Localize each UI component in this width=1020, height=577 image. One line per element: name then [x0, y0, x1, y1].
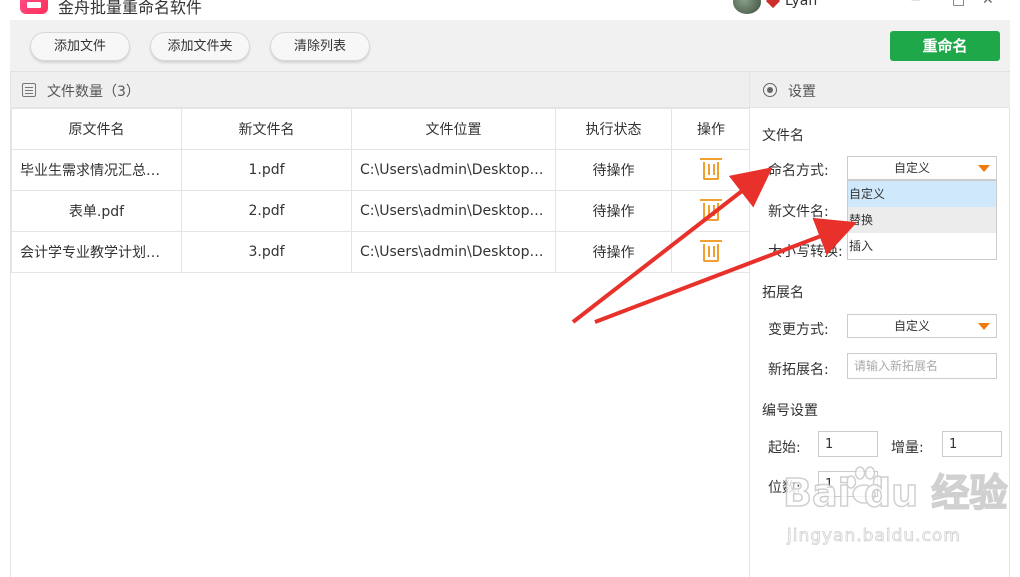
- app-logo-icon: [20, 0, 48, 14]
- option-insert[interactable]: 插入: [848, 233, 996, 259]
- settings-radio-icon: [763, 83, 777, 97]
- trash-icon[interactable]: [700, 158, 722, 180]
- file-location: C:\Users\admin\Desktop\...: [351, 190, 556, 232]
- naming-mode-label: 命名方式:: [768, 163, 829, 179]
- new-ext-label: 新拓展名:: [768, 362, 829, 378]
- step-input[interactable]: [942, 431, 1002, 457]
- digits-label: 位数:: [768, 480, 801, 496]
- filename-section-title: 文件名: [762, 128, 804, 144]
- ext-mode-value: 自定义: [893, 319, 930, 333]
- status: 待操作: [555, 190, 672, 232]
- app-title: 金舟批量重命名软件: [58, 0, 203, 17]
- naming-mode-value: 自定义: [893, 161, 930, 175]
- status: 待操作: [555, 231, 672, 273]
- username[interactable]: Lyan: [785, 0, 817, 9]
- file-count-label: 文件数量（3）: [47, 84, 140, 100]
- clear-list-button[interactable]: 清除列表: [270, 32, 370, 61]
- close-button[interactable]: ✕: [982, 0, 994, 8]
- file-list-header: 文件数量（3）: [11, 72, 750, 108]
- add-file-button[interactable]: 添加文件: [30, 32, 130, 61]
- new-ext-input[interactable]: [847, 353, 997, 379]
- new-filename: 1.pdf: [181, 149, 352, 191]
- settings-panel: 设置 文件名 命名方式: 自定义 新文件名: 大小写转换: 自定义 替换 插入 …: [749, 72, 1010, 577]
- maximize-button[interactable]: □: [952, 0, 965, 8]
- minimize-button[interactable]: −: [910, 0, 922, 8]
- table-row[interactable]: 表单.pdf 2.pdf C:\Users\admin\Desktop\... …: [11, 190, 751, 232]
- add-folder-button[interactable]: 添加文件夹: [150, 32, 250, 61]
- original-filename: 会计学专业教学计划进...: [11, 231, 182, 273]
- naming-mode-dropdown: 自定义 替换 插入: [847, 180, 997, 260]
- rename-button[interactable]: 重命名: [890, 31, 1000, 61]
- column-header: 新文件名: [181, 108, 352, 150]
- column-header: 文件位置: [351, 108, 556, 150]
- step-label: 增量:: [891, 440, 924, 456]
- vip-diamond-icon: [765, 0, 781, 9]
- table-row[interactable]: 毕业生需求情况汇总表... 1.pdf C:\Users\admin\Deskt…: [11, 149, 751, 191]
- start-label: 起始:: [768, 440, 801, 456]
- numbering-section-title: 编号设置: [762, 403, 818, 419]
- dropdown-arrow-icon: [978, 165, 990, 172]
- column-header: 操作: [671, 108, 751, 150]
- ext-mode-label: 变更方式:: [768, 322, 829, 338]
- column-header: 执行状态: [555, 108, 672, 150]
- start-input[interactable]: [818, 431, 878, 457]
- trash-icon[interactable]: [700, 240, 722, 262]
- naming-mode-select[interactable]: 自定义: [847, 156, 997, 180]
- option-custom[interactable]: 自定义: [848, 181, 996, 207]
- dropdown-arrow-icon: [978, 323, 990, 330]
- trash-icon[interactable]: [700, 199, 722, 221]
- new-filename: 2.pdf: [181, 190, 352, 232]
- status: 待操作: [555, 149, 672, 191]
- case-convert-label: 大小写转换:: [768, 244, 843, 260]
- title-bar: 金舟批量重命名软件 Lyan − □ ✕: [0, 0, 1020, 20]
- file-location: C:\Users\admin\Desktop\...: [351, 149, 556, 191]
- toolbar: 添加文件 添加文件夹 清除列表 重命名: [10, 20, 1010, 72]
- new-filename-label: 新文件名:: [768, 204, 829, 220]
- file-location: C:\Users\admin\Desktop\...: [351, 231, 556, 273]
- original-filename: 表单.pdf: [11, 190, 182, 232]
- new-filename: 3.pdf: [181, 231, 352, 273]
- table-header-row: 原文件名 新文件名 文件位置 执行状态 操作: [11, 108, 751, 150]
- user-avatar[interactable]: [733, 0, 761, 14]
- file-table: 原文件名 新文件名 文件位置 执行状态 操作 毕业生需求情况汇总表... 1.p…: [11, 108, 751, 273]
- settings-header: 设置: [750, 72, 1010, 108]
- column-header: 原文件名: [11, 108, 182, 150]
- ext-mode-select[interactable]: 自定义: [847, 314, 997, 338]
- list-icon: [22, 83, 36, 97]
- table-row[interactable]: 会计学专业教学计划进... 3.pdf C:\Users\admin\Deskt…: [11, 231, 751, 273]
- file-list-panel: 文件数量（3） 原文件名 新文件名 文件位置 执行状态 操作 毕业生需求情况汇总…: [10, 72, 751, 577]
- option-replace[interactable]: 替换: [848, 207, 996, 233]
- settings-title: 设置: [788, 84, 816, 100]
- original-filename: 毕业生需求情况汇总表...: [11, 149, 182, 191]
- extension-section-title: 拓展名: [762, 285, 804, 301]
- digits-input[interactable]: [818, 471, 878, 497]
